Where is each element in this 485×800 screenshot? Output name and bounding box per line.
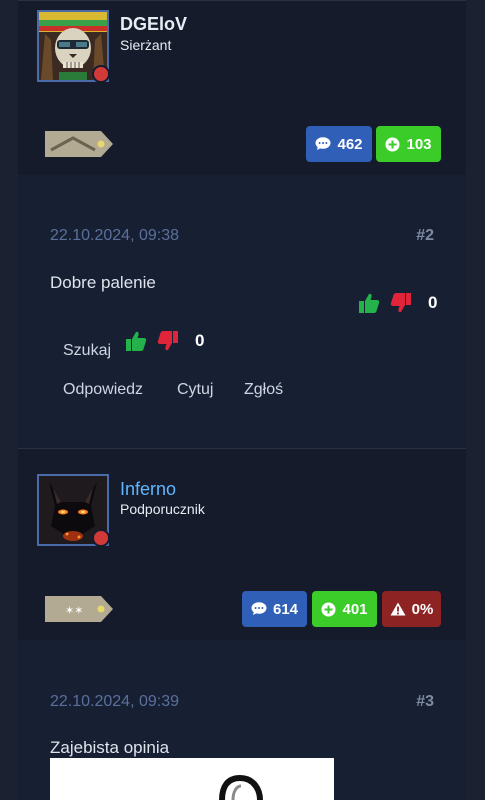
post-score: 0 [428,293,438,312]
second-lieutenant-epaulette-icon: ✶✶ [45,596,113,622]
user-rank: Sierżant [120,37,172,53]
user-rank: Podporucznik [120,501,205,517]
search-vote: 0 [125,330,204,352]
points-count: 401 [342,600,368,618]
user-profile-inferno: Inferno Podporucznik ✶✶ 614 401 0% [18,449,466,640]
report-link[interactable]: Zgłoś [244,381,283,399]
post-number[interactable]: #2 [416,227,434,245]
post-vote: 0 [358,292,437,314]
user-profile-dgelov: DGEloV Sierżant 462 103 [18,0,466,176]
comment-icon [251,602,267,615]
post-content: Zajebista opinia [50,738,170,757]
post-2: 22.10.2024, 09:38 #2 Dobre palenie 0 Szu… [18,175,466,448]
sergeant-epaulette-icon [45,131,113,157]
thumb-down-icon[interactable] [157,330,179,352]
post-date: 22.10.2024, 09:38 [50,227,180,244]
plus-circle-icon [385,137,400,151]
quote-link[interactable]: Cytuj [177,381,213,399]
posts-count: 462 [337,135,363,153]
post-date: 22.10.2024, 09:39 [50,693,180,710]
posts-count: 614 [272,600,299,618]
reply-link[interactable]: Odpowiedz [63,381,143,399]
warnings-percent: 0% [411,600,434,618]
comment-icon [315,137,331,150]
points-badge[interactable]: 103 [376,126,441,162]
warning-icon [390,602,406,616]
posts-count-badge[interactable]: 614 [242,591,307,627]
svg-text:✶✶: ✶✶ [65,604,83,617]
thumb-up-icon[interactable] [358,292,380,314]
post-3: 22.10.2024, 09:39 #3 Zajebista opinia [18,640,466,800]
post-number[interactable]: #3 [416,693,434,711]
offline-status-icon [92,529,110,547]
search-label[interactable]: Szukaj [63,342,111,360]
posts-count-badge[interactable]: 462 [306,126,372,162]
offline-status-icon [92,65,110,83]
points-count: 103 [406,135,432,153]
username[interactable]: Inferno [120,479,176,500]
post-image[interactable] [50,758,334,800]
thumb-down-icon[interactable] [390,292,412,314]
warnings-badge[interactable]: 0% [382,591,441,627]
embedded-image-icon [219,774,263,800]
username[interactable]: DGEloV [120,14,187,35]
thumb-up-icon[interactable] [125,330,147,352]
post-content: Dobre palenie [50,273,156,292]
plus-circle-icon [321,602,336,616]
search-score: 0 [195,331,205,350]
points-badge[interactable]: 401 [312,591,377,627]
forum-thread-page: DGEloV Sierżant 462 103 22.10.2024, 09:3… [0,0,485,800]
